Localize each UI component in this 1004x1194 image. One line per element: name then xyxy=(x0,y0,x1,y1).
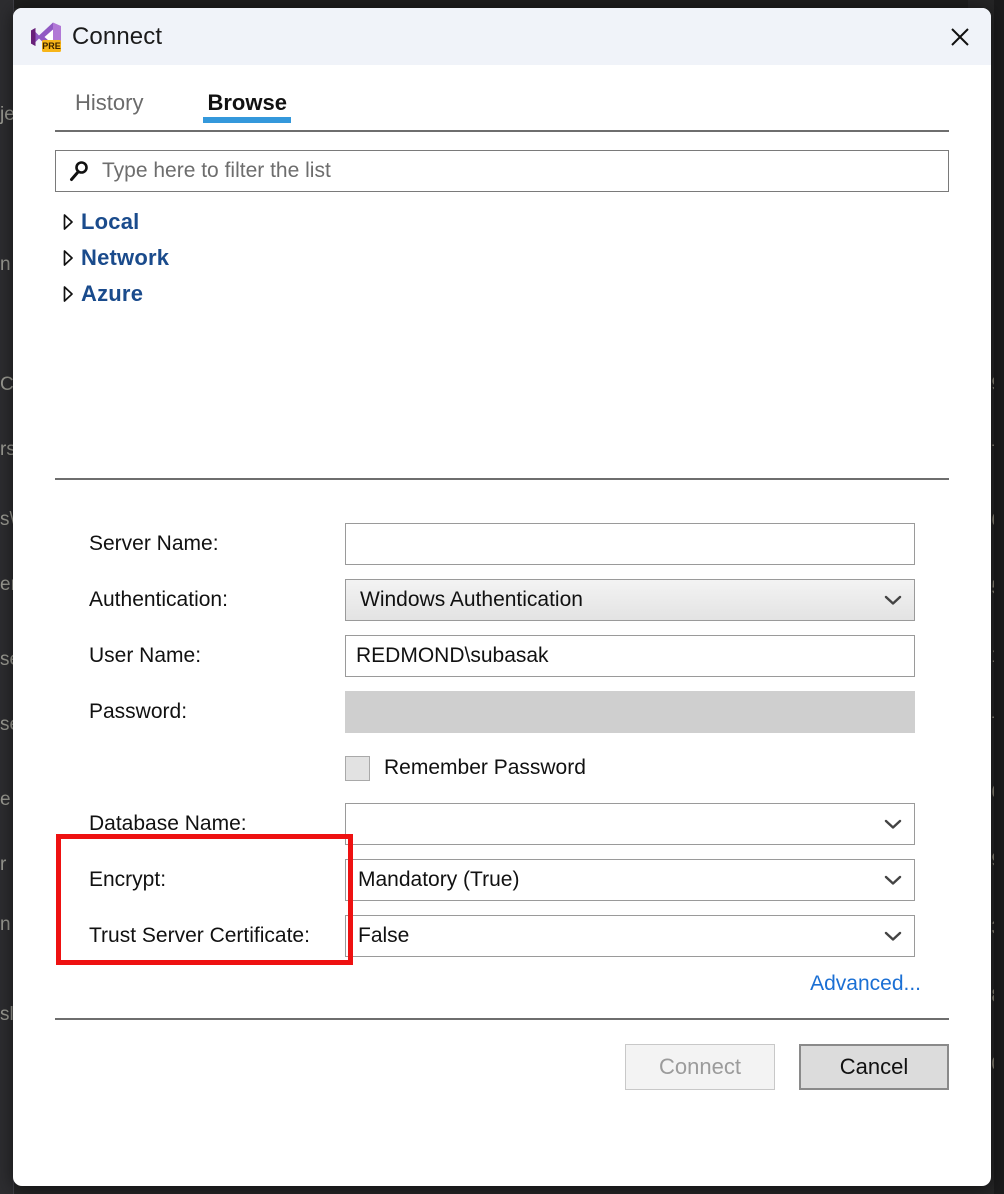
server-name-label: Server Name: xyxy=(89,532,219,555)
server-name-input[interactable] xyxy=(345,523,915,565)
backdrop-text-fragment: je xyxy=(0,105,14,124)
trust-server-certificate-label: Trust Server Certificate: xyxy=(89,924,310,947)
encrypt-value: Mandatory (True) xyxy=(358,868,520,891)
tree-item-azure[interactable]: Azure xyxy=(55,276,949,312)
dialog-title: Connect xyxy=(72,22,163,50)
backdrop-text-fragment: sl xyxy=(0,1005,14,1024)
visual-studio-preview-icon: PRE xyxy=(29,21,63,53)
connect-dialog: PRE Connect History Browse Type here to … xyxy=(13,8,991,1186)
filter-row xyxy=(55,150,949,192)
remember-password-checkbox[interactable] xyxy=(345,755,370,781)
backdrop-top-strip xyxy=(0,0,1004,8)
connection-form: Server Name: Authentication: Windows Aut… xyxy=(13,516,991,965)
tree-item-local[interactable]: Local xyxy=(55,204,949,240)
tree-item-label: Network xyxy=(81,245,170,270)
database-name-select[interactable] xyxy=(345,803,915,845)
row-user-name: User Name: REDMOND\subasak xyxy=(55,628,949,684)
footer-divider xyxy=(55,1018,949,1020)
close-icon[interactable] xyxy=(929,8,991,65)
backdrop-text-fragment: n xyxy=(0,255,11,274)
backdrop-text-fragment: s\ xyxy=(0,510,14,529)
browse-panel: Local Network Azure xyxy=(13,150,991,478)
tree-item-label: Local xyxy=(81,209,140,234)
server-tree: Local Network Azure xyxy=(55,204,949,312)
row-encrypt: Encrypt: Mandatory (True) xyxy=(55,852,949,908)
password-input xyxy=(345,691,915,733)
backdrop-text-fragment: C: xyxy=(0,375,14,394)
row-server-name: Server Name: xyxy=(55,516,949,572)
remember-password-row[interactable]: Remember Password xyxy=(345,740,915,796)
authentication-select[interactable]: Windows Authentication xyxy=(345,579,915,621)
dialog-footer-buttons: Connect Cancel xyxy=(13,1044,991,1090)
chevron-right-icon[interactable] xyxy=(55,285,81,303)
tabs-divider xyxy=(55,130,949,132)
trust-server-certificate-value: False xyxy=(358,924,410,947)
tab-browse[interactable]: Browse xyxy=(203,90,292,130)
chevron-down-icon xyxy=(884,924,902,948)
advanced-link[interactable]: Advanced... xyxy=(810,972,949,996)
authentication-value: Windows Authentication xyxy=(360,588,583,611)
chevron-down-icon xyxy=(884,868,902,892)
backdrop-text-fragment: er xyxy=(0,575,14,594)
backdrop-text-fragment: rs xyxy=(0,440,14,459)
advanced-row: Advanced... xyxy=(13,972,991,996)
row-database-name: Database Name: xyxy=(55,796,949,852)
backdrop-text-fragment: se xyxy=(0,650,14,669)
encrypt-select[interactable]: Mandatory (True) xyxy=(345,859,915,901)
tab-history[interactable]: History xyxy=(71,90,147,130)
row-password: Password: xyxy=(55,684,949,740)
search-input[interactable] xyxy=(100,158,940,184)
browse-form-divider xyxy=(55,478,949,480)
user-name-input[interactable]: REDMOND\subasak xyxy=(345,635,915,677)
connect-button[interactable]: Connect xyxy=(625,1044,775,1090)
user-name-label: User Name: xyxy=(89,644,202,667)
chevron-right-icon[interactable] xyxy=(55,213,81,231)
trust-server-certificate-select[interactable]: False xyxy=(345,915,915,957)
tree-empty-space xyxy=(55,312,949,478)
row-trust-server-certificate: Trust Server Certificate: False xyxy=(55,908,949,964)
password-label: Password: xyxy=(89,700,188,723)
tree-item-label: Azure xyxy=(81,281,144,306)
dialog-titlebar: PRE Connect xyxy=(13,8,991,65)
chevron-down-icon xyxy=(884,812,902,836)
backdrop-text-fragment: n xyxy=(0,915,11,934)
backdrop-right-edge xyxy=(994,0,1004,1194)
tree-item-network[interactable]: Network xyxy=(55,240,949,276)
backdrop-text-fragment: se xyxy=(0,715,14,734)
authentication-label: Authentication: xyxy=(89,588,228,611)
remember-password-label: Remember Password xyxy=(384,756,586,779)
svg-text:PRE: PRE xyxy=(42,41,61,51)
row-authentication: Authentication: Windows Authentication xyxy=(55,572,949,628)
chevron-right-icon[interactable] xyxy=(55,249,81,267)
chevron-down-icon xyxy=(884,588,902,612)
search-icon xyxy=(68,159,92,183)
cancel-button[interactable]: Cancel xyxy=(799,1044,949,1090)
encrypt-label: Encrypt: xyxy=(89,868,167,891)
dialog-tabs: History Browse xyxy=(13,65,991,130)
backdrop-text-fragment: r xyxy=(0,855,7,874)
backdrop-text-fragment: e xyxy=(0,790,11,809)
row-remember-password: Remember Password xyxy=(55,740,949,796)
database-name-label: Database Name: xyxy=(89,812,247,835)
